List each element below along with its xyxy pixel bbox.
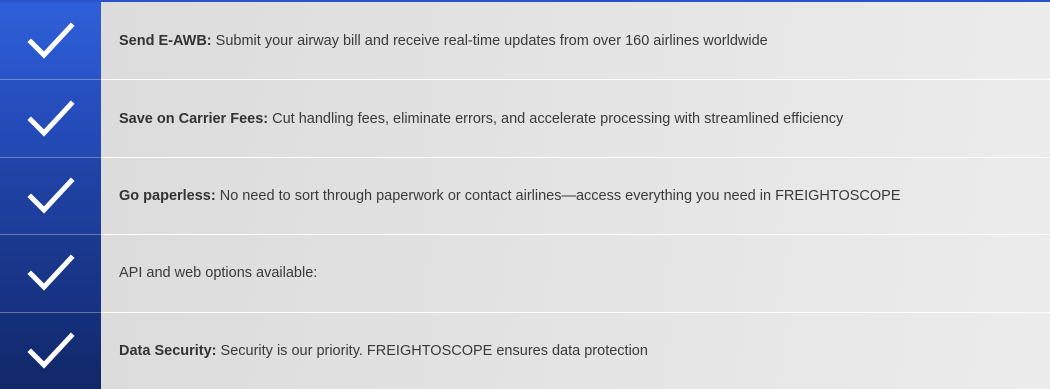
feature-text: Send E-AWB: Submit your airway bill and … xyxy=(101,2,1050,80)
feature-text: Data Security: Security is our priority.… xyxy=(101,311,1050,389)
feature-text: Save on Carrier Fees: Cut handling fees,… xyxy=(101,79,1050,157)
feature-text: Go paperless: No need to sort through pa… xyxy=(101,156,1050,235)
feature-row-carrier-fees: Save on Carrier Fees: Cut handling fees,… xyxy=(0,79,1050,157)
checkmark-icon xyxy=(26,22,75,59)
feature-title: Data Security: xyxy=(119,342,217,359)
checkmark-icon xyxy=(26,177,75,214)
feature-text: API and web options available: xyxy=(101,234,1050,312)
feature-row-api-web: API and web options available: xyxy=(0,234,1050,312)
check-cell xyxy=(0,156,101,235)
feature-title: Go paperless: xyxy=(119,188,216,205)
feature-row-data-security: Data Security: Security is our priority.… xyxy=(0,311,1050,389)
feature-paragraph: Go paperless: No need to sort through pa… xyxy=(119,187,900,205)
check-cell xyxy=(0,311,101,389)
feature-row-send-eawb: Send E-AWB: Submit your airway bill and … xyxy=(0,2,1050,80)
feature-paragraph: API and web options available: xyxy=(119,264,317,282)
feature-description: Submit your airway bill and receive real… xyxy=(215,32,768,49)
checkmark-icon xyxy=(26,100,75,137)
checkmark-icon xyxy=(26,254,75,292)
check-cell xyxy=(0,79,101,157)
feature-title: Send E-AWB: xyxy=(119,32,212,49)
feature-description: API and web options available: xyxy=(119,265,318,282)
feature-title: Save on Carrier Fees: xyxy=(119,110,269,127)
feature-paragraph: Send E-AWB: Submit your airway bill and … xyxy=(119,32,768,50)
check-cell xyxy=(0,2,101,80)
feature-list: Send E-AWB: Submit your airway bill and … xyxy=(0,0,1050,389)
feature-description: Cut handling fees, eliminate errors, and… xyxy=(272,110,844,127)
feature-row-paperless: Go paperless: No need to sort through pa… xyxy=(0,156,1050,235)
feature-paragraph: Data Security: Security is our priority.… xyxy=(119,342,648,360)
check-cell xyxy=(0,234,101,312)
feature-description: Security is our priority. FREIGHTOSCOPE … xyxy=(220,342,648,359)
checkmark-icon xyxy=(26,332,75,369)
feature-paragraph: Save on Carrier Fees: Cut handling fees,… xyxy=(119,110,843,128)
feature-description: No need to sort through paperwork or con… xyxy=(219,188,901,205)
